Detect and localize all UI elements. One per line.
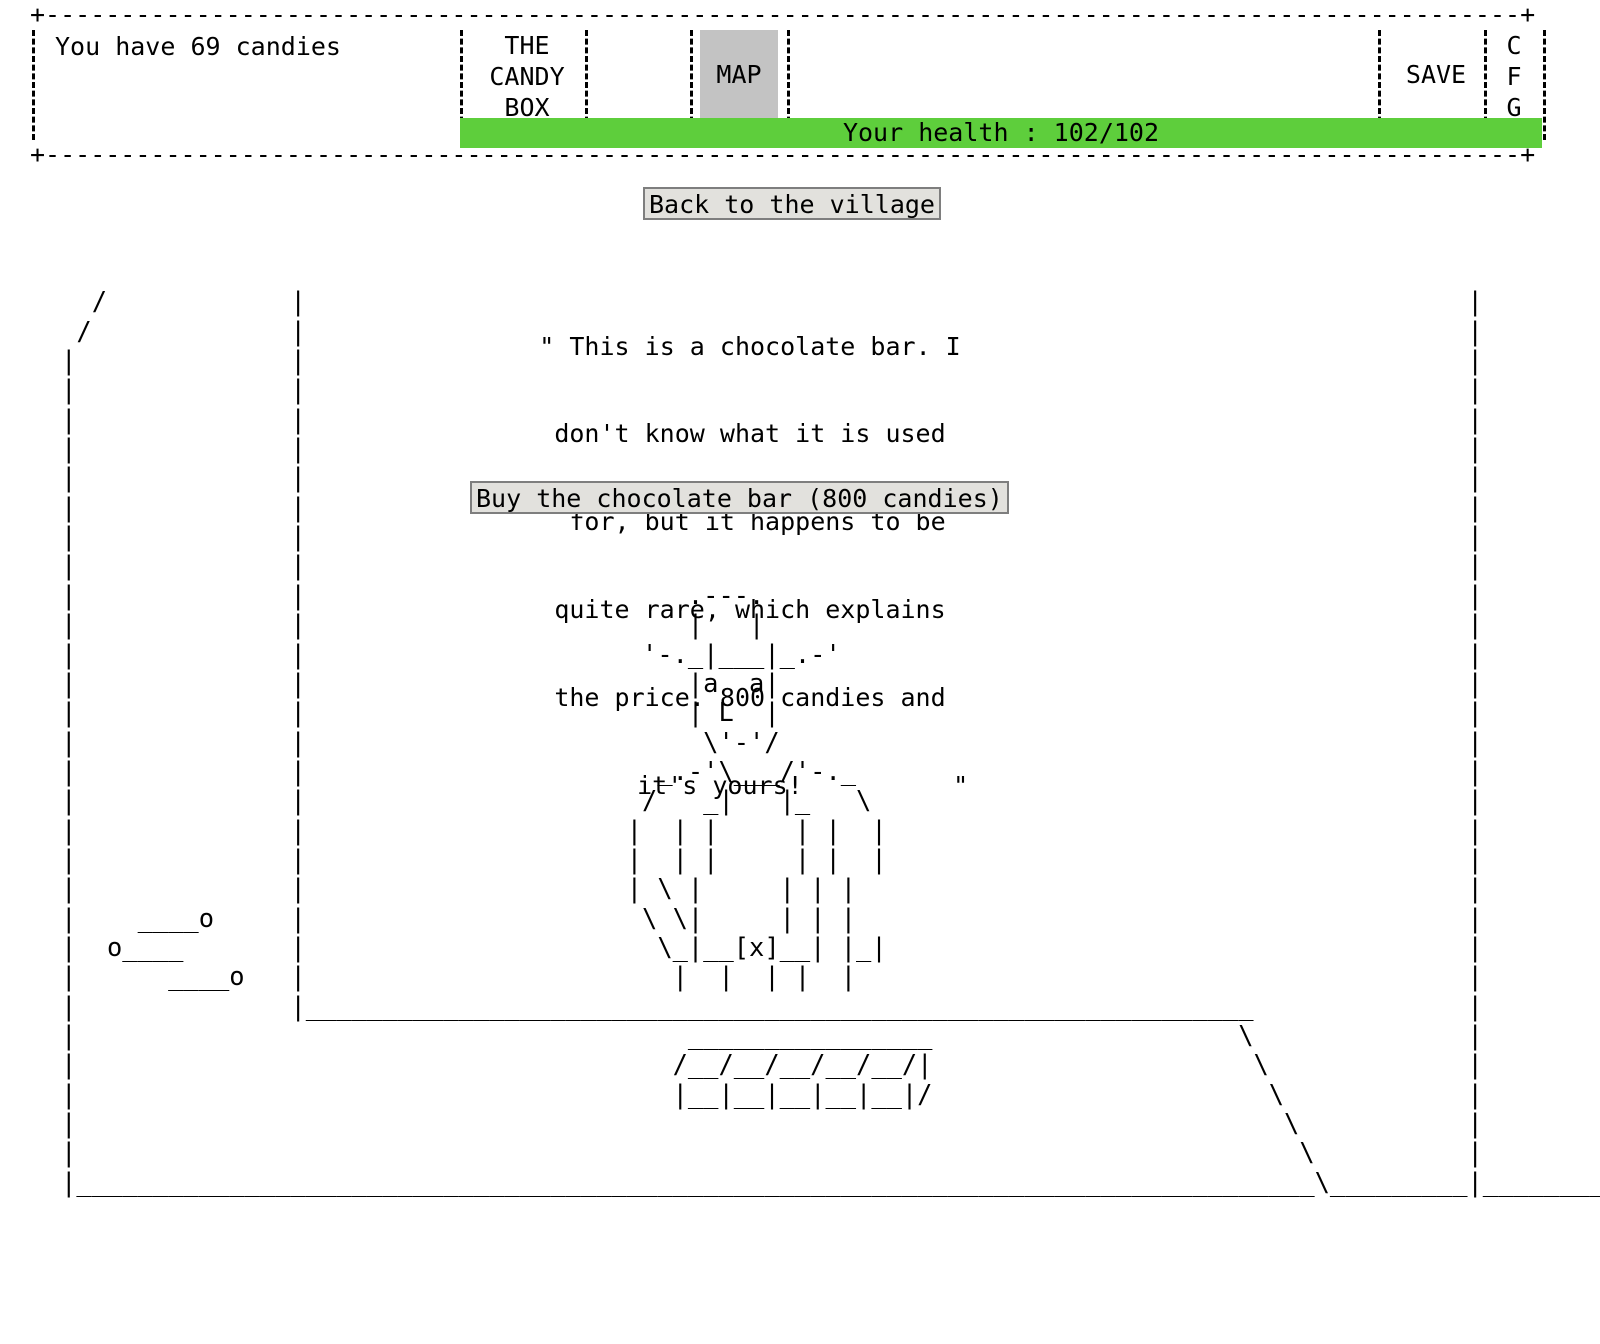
- candy-count-label: You have 69 candies: [55, 32, 341, 61]
- tab-cfg[interactable]: C F G: [1498, 30, 1530, 122]
- tab-the-candy-box-line-2: CANDY: [489, 62, 565, 91]
- tab-map[interactable]: MAP: [700, 30, 778, 118]
- top-status-bar: +---------------------------------------…: [0, 0, 1600, 170]
- tab-save-label: SAVE: [1405, 59, 1467, 89]
- tab-the-candy-box-line-1: THE: [504, 31, 550, 60]
- tab-the-candy-box[interactable]: THE CANDY BOX: [478, 30, 576, 122]
- tab-map-label: MAP: [716, 59, 762, 89]
- tab-cfg-line-2: F: [1506, 62, 1522, 91]
- ascii-shop-scene: / | | \ / | |: [61, 286, 1600, 1197]
- tab-save[interactable]: SAVE: [1392, 30, 1480, 118]
- header-border-left: [32, 30, 35, 140]
- header-border-right: [1543, 30, 1546, 140]
- tab-cfg-line-1: C: [1506, 31, 1522, 60]
- header-frame-top-border: +---------------------------------------…: [30, 0, 1536, 29]
- back-to-the-village-button[interactable]: Back to the village: [643, 187, 941, 220]
- health-bar: Your health : 102/102: [460, 118, 1542, 148]
